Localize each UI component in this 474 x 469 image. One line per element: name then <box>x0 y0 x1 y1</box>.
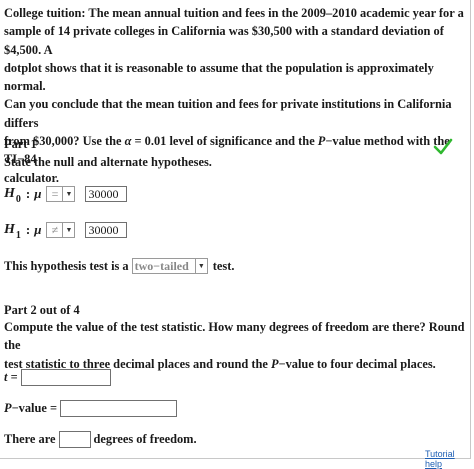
h1-symbol: H <box>4 222 15 237</box>
test-statistic-input[interactable] <box>20 369 111 386</box>
h1-operator-select[interactable]: ≠ ▼ <box>46 222 76 238</box>
mu-symbol: μ <box>34 222 42 237</box>
part2-title: Part 2 out of 4 <box>4 303 80 317</box>
h0-operator-select[interactable]: = ▼ <box>46 186 76 202</box>
chevron-down-icon: ▼ <box>194 259 207 273</box>
mu-symbol: μ <box>34 186 42 201</box>
test-statistic-row: t = <box>4 369 111 386</box>
h1-value-input[interactable]: 30000 <box>85 222 128 238</box>
tutorial-help-link[interactable]: Tutorial help <box>425 449 474 469</box>
test-type-row: This hypothesis test is a two−tailed ▼ t… <box>4 258 235 274</box>
chevron-down-icon: ▼ <box>62 223 74 237</box>
degrees-of-freedom-input[interactable] <box>58 431 91 448</box>
checkmark-icon <box>433 138 453 155</box>
p-value-row: P −value = <box>4 400 178 417</box>
alternate-hypothesis-row: H1 : μ ≠ ▼ 30000 <box>4 220 128 241</box>
degrees-of-freedom-row: There are degrees of freedom. <box>4 431 197 448</box>
test-type-select[interactable]: two−tailed ▼ <box>131 258 208 274</box>
chevron-down-icon: ▼ <box>62 187 74 201</box>
part1-instruction: State the null and alternate hypotheses. <box>4 155 212 169</box>
null-hypothesis-row: H0 : μ = ▼ 30000 <box>4 184 128 205</box>
h0-symbol: H <box>4 186 15 201</box>
part1-title: Part 1 <box>4 137 37 151</box>
h0-value-input[interactable]: 30000 <box>85 186 128 202</box>
p-value-input[interactable] <box>60 400 178 417</box>
part2-instruction: Compute the value of the test statistic.… <box>4 320 465 371</box>
